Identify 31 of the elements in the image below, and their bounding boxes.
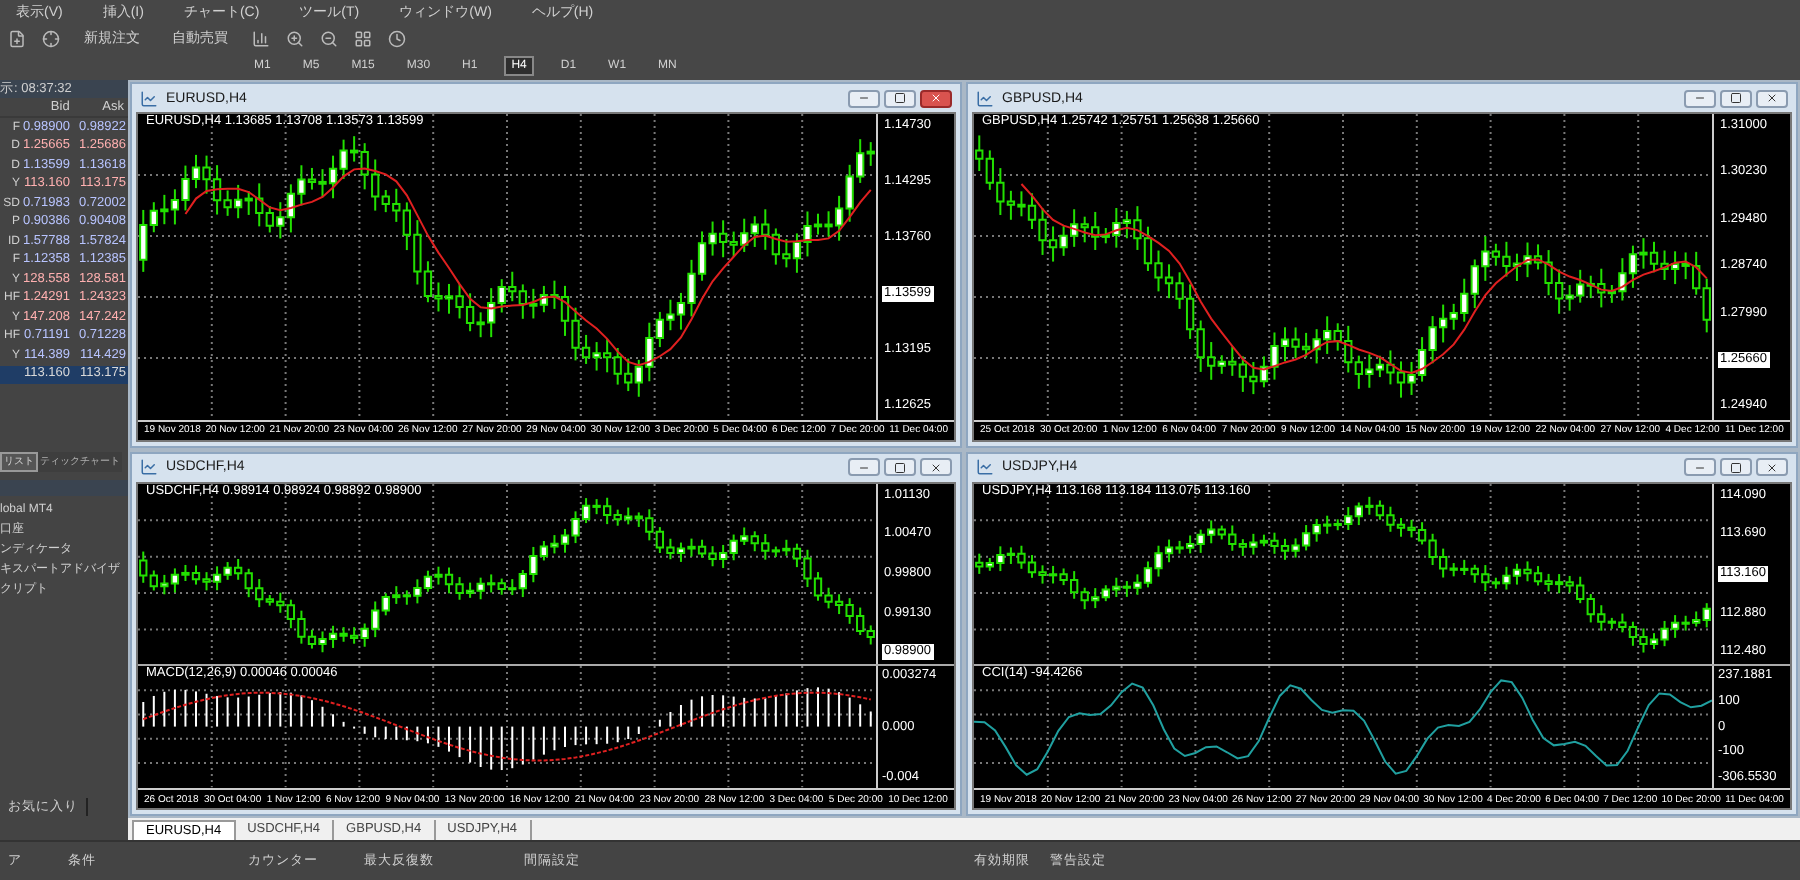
close-button[interactable]	[920, 89, 952, 107]
chart-window-icon	[976, 458, 994, 476]
chart-window-icon	[976, 89, 994, 107]
zoom-out-icon[interactable]	[320, 29, 338, 47]
zoom-in-icon[interactable]	[286, 29, 304, 47]
clock-icon[interactable]	[388, 29, 406, 47]
minimize-icon	[1694, 461, 1706, 473]
bar-chart-icon[interactable]	[252, 29, 270, 47]
close-icon	[930, 461, 942, 473]
chart-window-icon	[140, 89, 158, 107]
restore-button[interactable]	[884, 458, 916, 476]
close-button[interactable]	[1756, 458, 1788, 476]
restore-button[interactable]	[1720, 89, 1752, 107]
minimize-icon	[1694, 92, 1706, 104]
close-button[interactable]	[920, 458, 952, 476]
minimize-icon	[858, 92, 870, 104]
chart-window-icon	[140, 458, 158, 476]
new-chart-icon[interactable]	[8, 29, 26, 47]
close-icon	[930, 92, 942, 104]
restore-icon	[894, 461, 906, 473]
close-icon	[1766, 461, 1778, 473]
restore-icon	[1730, 461, 1742, 473]
close-icon	[1766, 92, 1778, 104]
restore-icon	[1730, 92, 1742, 104]
restore-icon	[894, 92, 906, 104]
restore-button[interactable]	[1720, 458, 1752, 476]
restore-button[interactable]	[884, 89, 916, 107]
tile-windows-icon[interactable]	[354, 29, 372, 47]
crosshair-icon[interactable]	[42, 29, 60, 47]
close-button[interactable]	[1756, 89, 1788, 107]
minimize-icon	[858, 461, 870, 473]
